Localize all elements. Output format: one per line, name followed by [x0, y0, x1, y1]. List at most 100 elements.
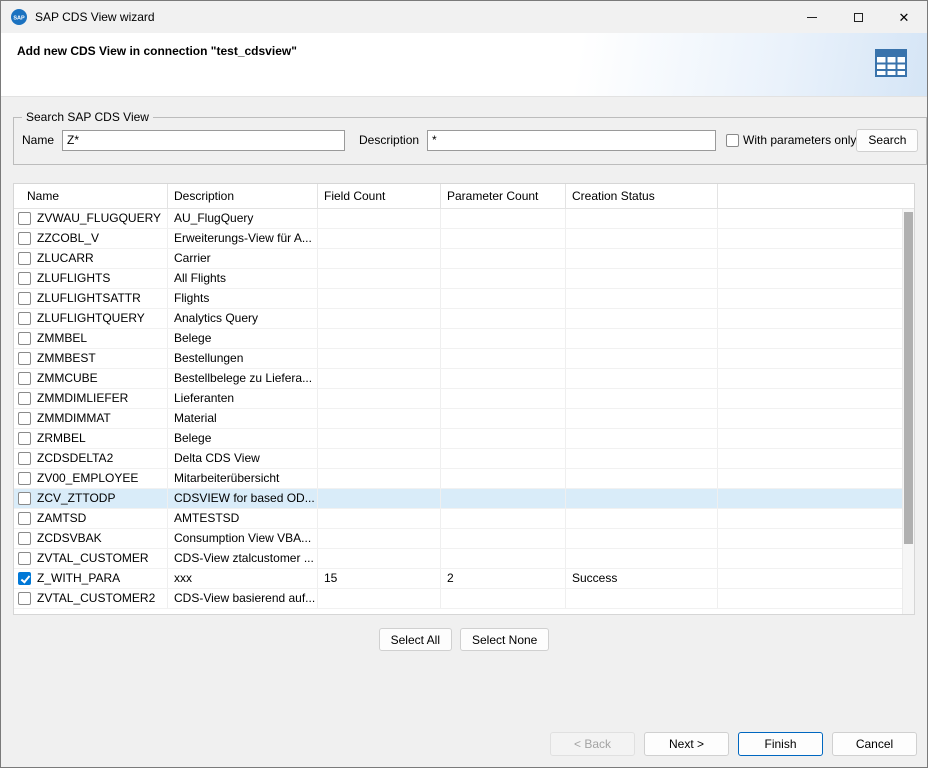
- row-checkbox[interactable]: [18, 212, 31, 225]
- row-name: ZMMDIMMAT: [37, 409, 111, 428]
- row-name: ZVTAL_CUSTOMER2: [37, 589, 155, 608]
- column-header-description[interactable]: Description: [168, 184, 318, 208]
- cell-creation-status: [566, 469, 718, 488]
- cell-creation-status: [566, 229, 718, 248]
- table-row[interactable]: ZV00_EMPLOYEEMitarbeiterübersicht: [14, 469, 914, 489]
- cell-description: xxx: [168, 569, 318, 588]
- table-row[interactable]: ZRMBELBelege: [14, 429, 914, 449]
- cell-field-count: [318, 529, 441, 548]
- table-row[interactable]: ZLUCARRCarrier: [14, 249, 914, 269]
- row-checkbox[interactable]: [18, 412, 31, 425]
- cell-filler: [718, 529, 914, 548]
- table-row[interactable]: ZLUFLIGHTSATTRFlights: [14, 289, 914, 309]
- row-checkbox[interactable]: [18, 272, 31, 285]
- cell-field-count: [318, 209, 441, 228]
- select-all-button[interactable]: Select All: [379, 628, 452, 651]
- row-name: ZCDSDELTA2: [37, 449, 113, 468]
- table-row[interactable]: ZZCOBL_VErweiterungs-View für A...: [14, 229, 914, 249]
- row-checkbox[interactable]: [18, 472, 31, 485]
- row-checkbox[interactable]: [18, 352, 31, 365]
- row-checkbox[interactable]: [18, 432, 31, 445]
- cell-parameter-count: [441, 549, 566, 568]
- cell-parameter-count: [441, 529, 566, 548]
- table-row[interactable]: ZCV_ZTTODPCDSVIEW for based OD...: [14, 489, 914, 509]
- cell-name: ZRMBEL: [14, 429, 168, 448]
- cell-creation-status: [566, 409, 718, 428]
- cell-description: CDS-View basierend auf...: [168, 589, 318, 608]
- cell-field-count: [318, 249, 441, 268]
- row-checkbox[interactable]: [18, 232, 31, 245]
- cell-parameter-count: [441, 329, 566, 348]
- row-name: ZZCOBL_V: [37, 229, 99, 248]
- cancel-button[interactable]: Cancel: [832, 732, 917, 756]
- row-checkbox[interactable]: [18, 392, 31, 405]
- table-row[interactable]: ZVWAU_FLUGQUERYAU_FlugQuery: [14, 209, 914, 229]
- cell-filler: [718, 269, 914, 288]
- results-table: Name Description Field Count Parameter C…: [13, 183, 915, 615]
- column-header-creation-status[interactable]: Creation Status: [566, 184, 718, 208]
- table-row[interactable]: ZLUFLIGHTQUERYAnalytics Query: [14, 309, 914, 329]
- row-checkbox[interactable]: [18, 552, 31, 565]
- maximize-icon: [854, 13, 863, 22]
- table-row[interactable]: ZMMBELBelege: [14, 329, 914, 349]
- column-header-parameter-count[interactable]: Parameter Count: [441, 184, 566, 208]
- column-header-field-count[interactable]: Field Count: [318, 184, 441, 208]
- maximize-button[interactable]: [835, 1, 881, 33]
- cell-name: ZZCOBL_V: [14, 229, 168, 248]
- cell-filler: [718, 509, 914, 528]
- table-row[interactable]: ZMMDIMMATMaterial: [14, 409, 914, 429]
- table-row[interactable]: ZLUFLIGHTSAll Flights: [14, 269, 914, 289]
- cell-creation-status: [566, 549, 718, 568]
- cell-creation-status: [566, 449, 718, 468]
- row-name: ZLUFLIGHTSATTR: [37, 289, 141, 308]
- table-row[interactable]: ZMMDIMLIEFERLieferanten: [14, 389, 914, 409]
- close-button[interactable]: ✕: [881, 1, 927, 33]
- row-checkbox[interactable]: [18, 292, 31, 305]
- row-name: ZVTAL_CUSTOMER: [37, 549, 149, 568]
- table-header: Name Description Field Count Parameter C…: [14, 184, 914, 209]
- search-button[interactable]: Search: [856, 129, 918, 152]
- cell-field-count: [318, 429, 441, 448]
- column-header-name[interactable]: Name: [14, 184, 168, 208]
- scrollbar-thumb[interactable]: [904, 212, 913, 544]
- cell-creation-status: [566, 349, 718, 368]
- cell-filler: [718, 569, 914, 588]
- table-row[interactable]: ZMMBESTBestellungen: [14, 349, 914, 369]
- cell-description: CDS-View ztalcustomer ...: [168, 549, 318, 568]
- with-parameters-checkbox[interactable]: [726, 134, 739, 147]
- cell-parameter-count: [441, 209, 566, 228]
- cell-field-count: [318, 549, 441, 568]
- table-row[interactable]: ZAMTSDAMTESTSD: [14, 509, 914, 529]
- row-checkbox[interactable]: [18, 532, 31, 545]
- cell-field-count: [318, 269, 441, 288]
- select-none-button[interactable]: Select None: [460, 628, 549, 651]
- cell-filler: [718, 489, 914, 508]
- row-checkbox[interactable]: [18, 572, 31, 585]
- minimize-button[interactable]: [789, 1, 835, 33]
- row-checkbox[interactable]: [18, 372, 31, 385]
- table-row[interactable]: ZCDSVBAKConsumption View VBA...: [14, 529, 914, 549]
- sap-logo-text: SAP: [13, 16, 25, 22]
- vertical-scrollbar[interactable]: [902, 209, 914, 614]
- with-parameters-option[interactable]: With parameters only: [726, 133, 856, 147]
- cell-name: Z_WITH_PARA: [14, 569, 168, 588]
- table-row[interactable]: ZCDSDELTA2Delta CDS View: [14, 449, 914, 469]
- row-checkbox[interactable]: [18, 492, 31, 505]
- table-row[interactable]: Z_WITH_PARAxxx152Success: [14, 569, 914, 589]
- cell-creation-status: [566, 209, 718, 228]
- finish-button[interactable]: Finish: [738, 732, 823, 756]
- row-checkbox[interactable]: [18, 252, 31, 265]
- table-row[interactable]: ZVTAL_CUSTOMER CDS-View ztalcustomer ...: [14, 549, 914, 569]
- row-checkbox[interactable]: [18, 592, 31, 605]
- row-checkbox[interactable]: [18, 452, 31, 465]
- next-button[interactable]: Next >: [644, 732, 729, 756]
- table-row[interactable]: ZVTAL_CUSTOMER2 CDS-View basierend auf...: [14, 589, 914, 609]
- row-name: ZMMDIMLIEFER: [37, 389, 128, 408]
- row-checkbox[interactable]: [18, 332, 31, 345]
- row-checkbox[interactable]: [18, 312, 31, 325]
- row-checkbox[interactable]: [18, 512, 31, 525]
- description-input[interactable]: [427, 130, 716, 151]
- name-input[interactable]: [62, 130, 345, 151]
- table-row[interactable]: ZMMCUBEBestellbelege zu Liefera...: [14, 369, 914, 389]
- cell-filler: [718, 389, 914, 408]
